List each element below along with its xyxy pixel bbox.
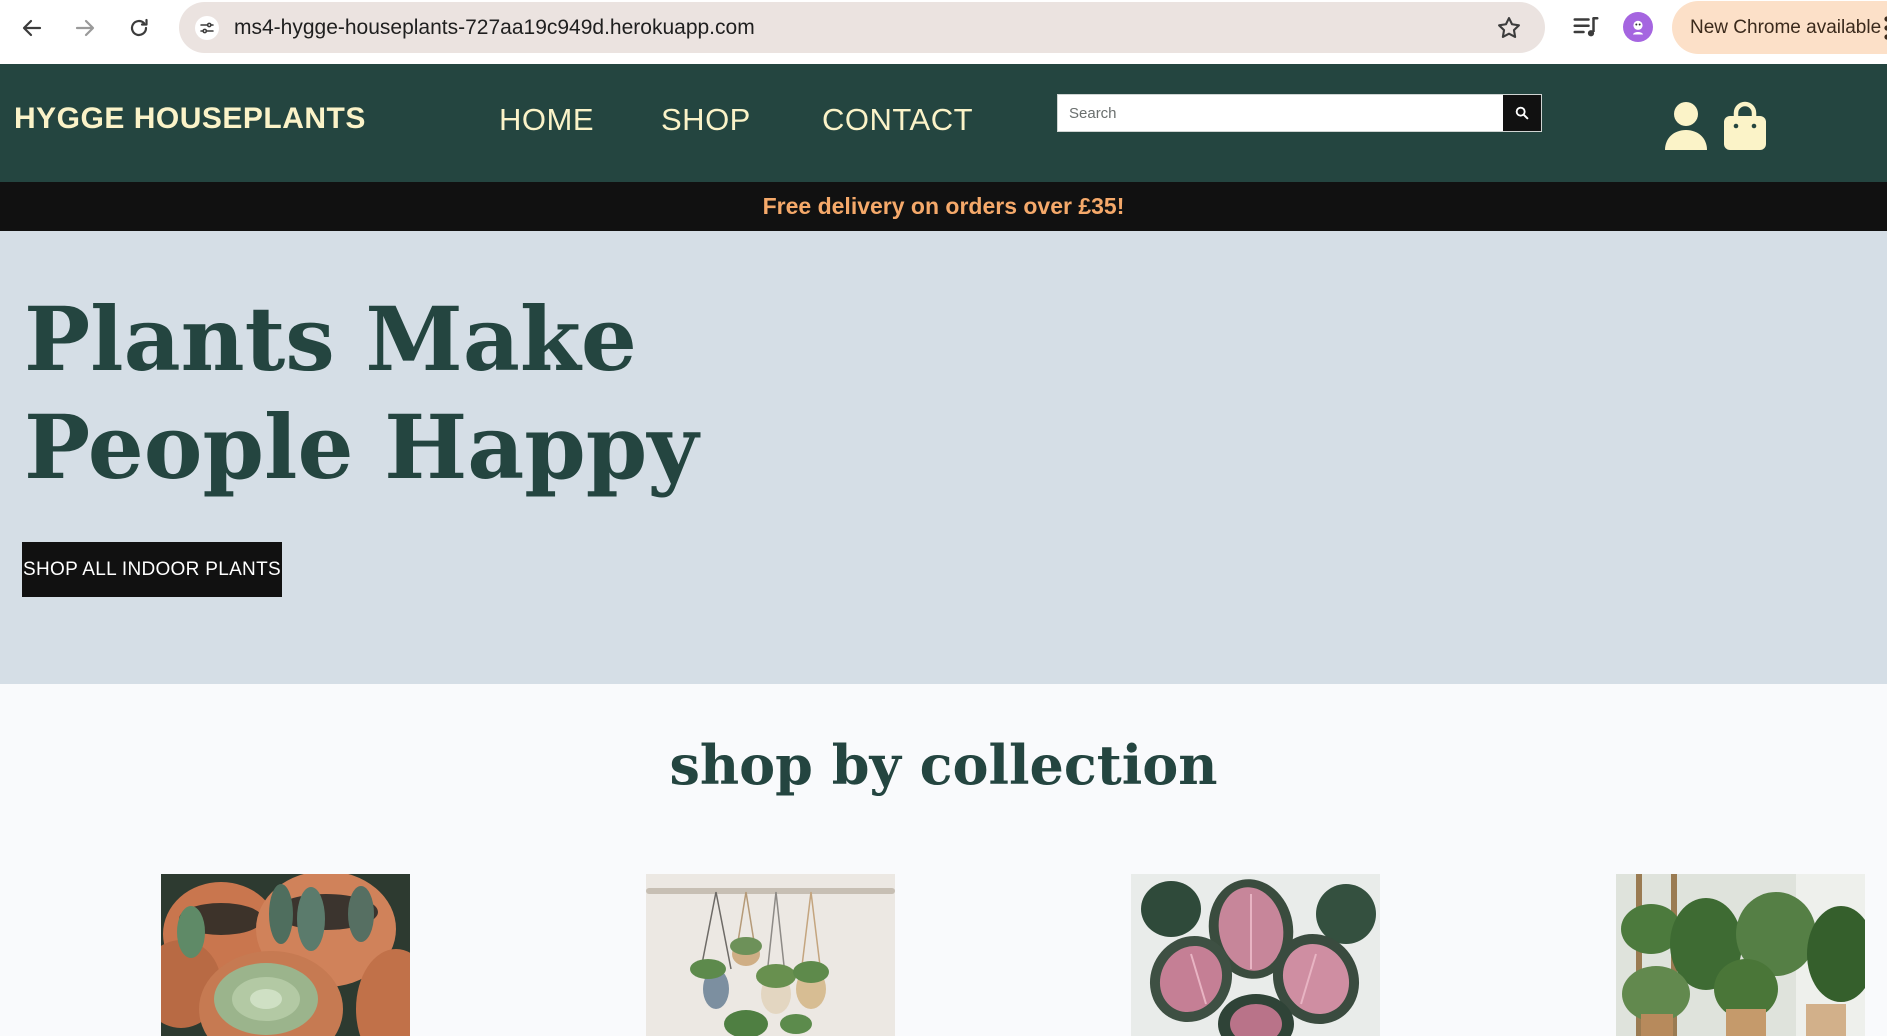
chrome-update-button[interactable]: New Chrome available [1672, 1, 1887, 54]
hero-headline: Plants Make People Happy [24, 287, 699, 499]
search-input[interactable] [1058, 95, 1502, 131]
site-info-icon[interactable] [195, 16, 219, 40]
nav-shop[interactable]: SHOP [661, 102, 751, 138]
update-label: New Chrome available [1690, 17, 1882, 38]
browser-toolbar: ms4-hygge-houseplants-727aa19c949d.herok… [0, 0, 1887, 64]
brand-logo[interactable]: HYGGE HOUSEPLANTS [14, 102, 366, 136]
reload-icon[interactable] [121, 10, 157, 46]
large-indoor-plants-image[interactable] [1616, 874, 1865, 1036]
profile-avatar-icon[interactable] [1623, 12, 1653, 42]
media-queue-icon[interactable] [1571, 12, 1601, 42]
hanging-planters-image[interactable] [646, 874, 895, 1036]
account-icon[interactable] [1663, 100, 1709, 152]
search-button[interactable] [1503, 95, 1541, 131]
address-bar[interactable]: ms4-hygge-houseplants-727aa19c949d.herok… [179, 2, 1545, 53]
cacti-and-succulents-image[interactable] [161, 874, 410, 1036]
hero-section: Plants Make People Happy SHOP ALL INDOOR… [0, 231, 1887, 684]
url-text[interactable]: ms4-hygge-houseplants-727aa19c949d.herok… [234, 16, 755, 40]
forward-arrow-icon[interactable] [67, 10, 103, 46]
nav-contact[interactable]: CONTACT [822, 102, 973, 138]
back-arrow-icon[interactable] [14, 10, 50, 46]
bookmark-star-icon[interactable] [1495, 14, 1523, 42]
promo-banner: Free delivery on orders over £35! [0, 182, 1887, 231]
promo-text: Free delivery on orders over £35! [762, 193, 1125, 219]
shopping-bag-icon[interactable] [1722, 100, 1768, 152]
site-header: HYGGE HOUSEPLANTS HOME SHOP CONTACT [0, 64, 1887, 182]
pink-leaf-plant-image[interactable] [1131, 874, 1380, 1036]
nav-home[interactable]: HOME [499, 102, 594, 138]
search-form [1057, 94, 1542, 132]
search-icon [1515, 106, 1529, 120]
shop-all-button[interactable]: SHOP ALL INDOOR PLANTS [22, 542, 282, 597]
collections-heading: shop by collection [669, 733, 1218, 797]
